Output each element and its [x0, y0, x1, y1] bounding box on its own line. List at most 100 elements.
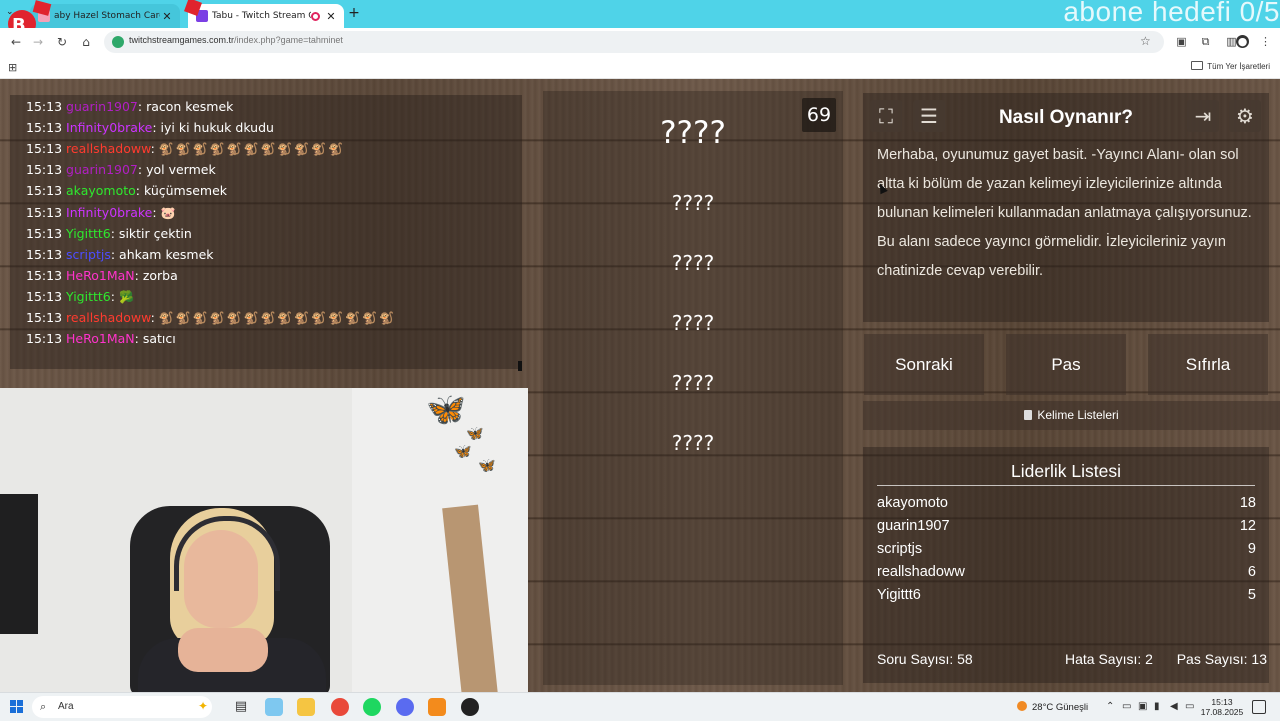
task-view-icon[interactable]: ▤ — [232, 698, 250, 716]
tray-icon[interactable]: ▣ — [1138, 701, 1147, 712]
chat-timestamp: 15:13 — [26, 331, 63, 347]
chat-timestamp: 15:13 — [26, 99, 63, 114]
chat-emotes: 🐒🐒🐒🐒🐒🐒🐒🐒🐒🐒🐒🐒🐒🐒 — [158, 311, 397, 325]
chat-username[interactable]: guarin1907 — [66, 99, 138, 114]
leaderboard-title: Liderlik Listesi — [1011, 461, 1121, 481]
profile-avatar[interactable]: ● — [1236, 35, 1249, 48]
chat-username[interactable]: scriptjs — [66, 247, 111, 262]
pass-button[interactable]: Pas — [1006, 334, 1126, 395]
leaderboard-row: akayomoto 18 — [877, 495, 1256, 517]
chat-username[interactable]: akayomoto — [66, 183, 136, 198]
chat-message: : — [152, 204, 157, 220]
chat-username[interactable]: HeRo1MaN — [66, 268, 135, 283]
leaderboard-row: Yigittt6 5 — [877, 587, 1256, 609]
chat-message: : racon kesmek — [137, 99, 234, 114]
tray-icon[interactable]: ▭ — [1122, 701, 1131, 712]
weather-text: 28°C Güneşli — [1032, 702, 1089, 713]
chat-line: 15:13 HeRo1MaN: satıcı — [26, 331, 176, 351]
leaderboard-name: guarin1907 — [877, 518, 950, 534]
spotify-icon[interactable] — [363, 698, 381, 716]
folder-icon — [1191, 61, 1204, 70]
chat-username[interactable]: reallshadoww — [66, 141, 151, 156]
tray-chevron-icon[interactable]: ⌃ — [1106, 701, 1114, 712]
leaderboard-name: reallshadoww — [877, 564, 965, 580]
chat-username[interactable]: guarin1907 — [66, 162, 138, 177]
windows-start-icon[interactable] — [10, 700, 24, 714]
site-info-icon[interactable] — [112, 36, 124, 48]
recording-icon — [311, 11, 320, 21]
chat-timestamp: 15:13 — [26, 141, 63, 157]
bookmark-star-icon[interactable]: ☆ — [1140, 34, 1151, 48]
sun-icon — [1017, 701, 1027, 711]
chat-username[interactable]: Infinity0brake — [66, 205, 152, 220]
address-bar[interactable]: twitchstreamgames.com.tr/index.php?game=… — [104, 31, 1164, 53]
volume-icon[interactable]: ◀ — [1170, 701, 1178, 712]
word-lists-button[interactable]: Kelime Listeleri — [863, 401, 1280, 430]
chat-message: : — [110, 288, 115, 304]
notification-icon[interactable] — [1252, 700, 1266, 714]
tab-close-icon[interactable]: ✕ — [324, 10, 338, 23]
chat-timestamp: 15:13 — [26, 246, 63, 262]
home-icon[interactable]: ⌂ — [78, 34, 94, 50]
url-text[interactable]: twitchstreamgames.com.tr/index.php?game=… — [129, 35, 343, 45]
all-bookmarks[interactable]: Tüm Yer İşaretleri — [1191, 61, 1270, 71]
obs-icon[interactable] — [461, 698, 479, 716]
reload-icon[interactable]: ↻ — [54, 34, 70, 50]
mic-icon[interactable]: ▮ — [1154, 701, 1160, 712]
chat-message: : küçümsemek — [135, 183, 228, 199]
apps-grid-icon[interactable]: ⊞ — [8, 61, 17, 74]
chat-message: : ahkam kesmek — [110, 246, 214, 262]
chat-timestamp: 15:13 — [26, 288, 63, 304]
chat-timestamp: 15:13 — [26, 310, 63, 325]
chat-line: 15:13 Infinity0brake: 🐷 — [26, 205, 178, 225]
gear-icon[interactable]: ⚙ — [1229, 100, 1261, 132]
divider — [877, 485, 1255, 486]
game-stats: Soru Sayısı: 58 Hata Sayısı: 2 Pas Sayıs… — [877, 651, 1267, 671]
tab-close-icon[interactable]: ✕ — [160, 10, 174, 23]
main-word: ???? — [660, 115, 726, 151]
chat-username[interactable]: HeRo1MaN — [66, 331, 135, 346]
chat-username[interactable]: Yigittt6 — [66, 289, 111, 304]
clock-date: 17.08.2025 — [1200, 707, 1244, 717]
file-explorer-icon[interactable] — [297, 698, 315, 716]
chrome-icon[interactable] — [331, 698, 349, 716]
chat-line: 15:13 guarin1907: racon kesmek — [26, 99, 233, 119]
cam-person-hands — [178, 628, 268, 672]
menu-dots-icon[interactable]: ⋮ — [1259, 35, 1272, 48]
battery-icon[interactable]: ▭ — [1185, 701, 1194, 712]
taskbar-clock[interactable]: 15:13 17.08.2025 — [1198, 697, 1246, 717]
search-highlight-icon: ✦ — [197, 699, 208, 713]
chat-line: 15:13 Infinity0brake: iyi ki hukuk dkudu — [26, 120, 274, 140]
butterfly-icon: 🦋 — [426, 390, 466, 428]
chat-scrollbar[interactable] — [518, 361, 522, 371]
chat-message: : iyi ki hukuk dkudu — [152, 120, 274, 136]
extension-icon[interactable]: ▣ — [1175, 35, 1188, 48]
leaderboard-panel: Liderlik Listesi akayomoto 18 guarin1907 12… — [863, 447, 1269, 683]
tab-tabu[interactable]: Tabu - Twitch Stream Game ✕ — [188, 4, 344, 28]
taskbar-search-placeholder: Ara — [58, 701, 74, 712]
app-icon[interactable] — [428, 698, 446, 716]
copilot-icon[interactable] — [265, 698, 283, 716]
forward-icon[interactable]: → — [30, 34, 46, 50]
leaderboard-score: 9 — [1247, 541, 1256, 557]
tab-title: Tabu - Twitch Stream Game — [212, 11, 311, 21]
chat-message: : yol vermek — [137, 162, 216, 178]
exit-icon[interactable]: ⇥ — [1187, 100, 1219, 132]
new-tab-button[interactable]: + — [346, 5, 362, 21]
tab-title: aby Hazel Stomach Care - Oyu — [54, 11, 160, 21]
discord-icon[interactable] — [396, 698, 414, 716]
next-button[interactable]: Sonraki — [864, 334, 984, 395]
chat-line: 15:13 guarin1907: yol vermek — [26, 162, 216, 182]
leaderboard-name: akayomoto — [877, 495, 948, 511]
taskbar-search[interactable]: ⌕ Ara ✦ — [32, 696, 212, 718]
puzzle-icon[interactable]: ⧉ — [1199, 35, 1212, 48]
back-icon[interactable]: ← — [8, 34, 24, 50]
chat-username[interactable]: Yigittt6 — [66, 226, 111, 241]
url-host: twitchstreamgames.com.tr — [129, 35, 235, 45]
weather-widget[interactable]: 28°C Güneşli — [1017, 701, 1088, 713]
reset-button[interactable]: Sıfırla — [1148, 334, 1268, 395]
chat-username[interactable]: Infinity0brake — [66, 120, 152, 135]
error-count: Hata Sayısı: 2 — [1065, 651, 1153, 667]
chat-username[interactable]: reallshadoww — [66, 310, 151, 325]
clipboard-icon — [1024, 410, 1033, 420]
